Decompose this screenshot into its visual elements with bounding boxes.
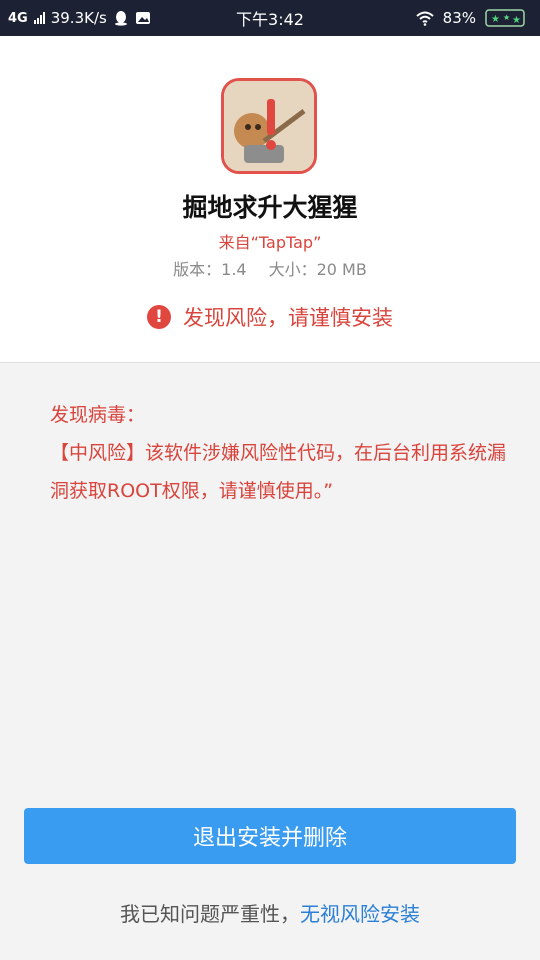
ignore-risk-row: 我已知问题严重性，无视风险安装 — [0, 898, 540, 927]
ignore-risk-install-link[interactable]: 无视风险安装 — [300, 902, 420, 926]
status-right: 83% ★ ★ ★ — [415, 0, 528, 36]
app-info-card: 掘地求升大猩猩 来自“TapTap” 版本：1.4 大小：20 MB ! 发现风险… — [0, 36, 540, 363]
virus-title: 发现病毒： — [50, 404, 146, 426]
app-source: 来自“TapTap” — [218, 233, 322, 252]
ignore-prefix: 我已知问题严重性， — [120, 902, 300, 926]
app-name: 掘地求升大猩猩 — [182, 193, 358, 222]
virus-description: 【中风险】该软件涉嫌风险性代码，在后台利用系统漏洞获取ROOT权限，请谨慎使用。… — [50, 442, 507, 502]
monkey-warning-icon — [224, 81, 314, 171]
app-version: 版本：1.4 — [173, 260, 247, 279]
battery-percent: 83% — [442, 9, 476, 27]
gallery-icon — [135, 12, 150, 24]
network-type: 4G — [8, 10, 28, 26]
status-left: 4G 39.3K/s — [8, 0, 151, 36]
exclamation-icon: ! — [147, 305, 171, 329]
exit-and-delete-button[interactable]: 退出安装并删除 — [24, 808, 516, 864]
qq-icon — [114, 11, 127, 26]
virus-detail: 发现病毒： 【中风险】该软件涉嫌风险性代码，在后台利用系统漏洞获取ROOT权限，… — [50, 396, 510, 510]
app-meta: 版本：1.4 大小：20 MB — [0, 256, 540, 280]
app-icon — [221, 78, 317, 174]
network-speed: 39.3K/s — [50, 9, 107, 27]
status-bar: 4G 39.3K/s 下午3:42 83% ★ ★ ★ — [0, 0, 540, 36]
clock: 下午3:42 — [236, 10, 304, 29]
wifi-icon — [415, 11, 434, 26]
app-size: 大小：20 MB — [268, 260, 367, 279]
svg-text:★: ★ — [491, 14, 500, 25]
signal-icon — [33, 12, 45, 24]
svg-text:★: ★ — [503, 13, 510, 22]
risk-warning: ! 发现风险，请谨慎安装 — [0, 302, 540, 332]
risk-text: 发现风险，请谨慎安装 — [183, 306, 393, 330]
svg-text:★: ★ — [512, 15, 521, 26]
battery-decor-icon: ★ ★ ★ — [485, 9, 525, 27]
